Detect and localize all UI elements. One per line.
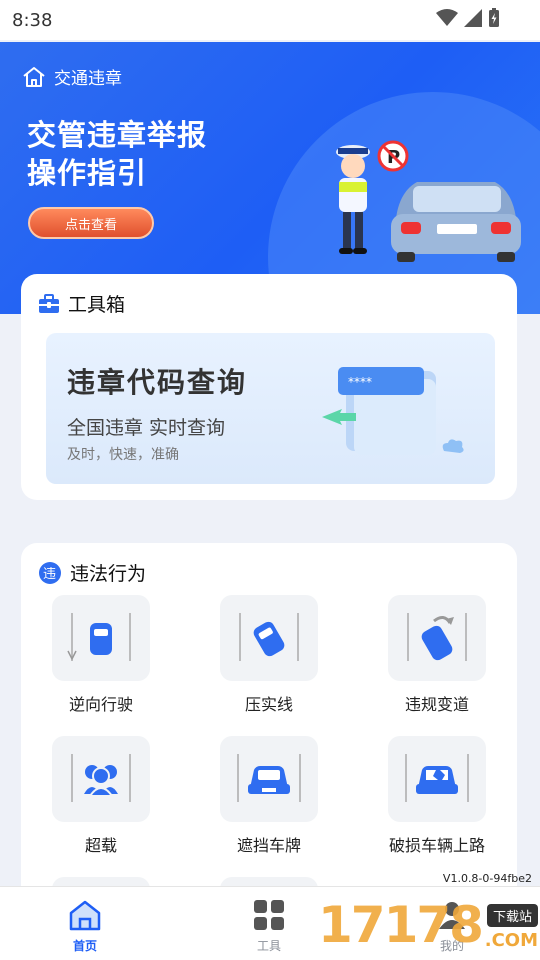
violation-badge-icon: 违 <box>39 561 61 584</box>
violation-label: 压实线 <box>244 695 293 714</box>
query-note: 及时，快速，准确 <box>67 447 179 463</box>
violation-code-query-banner[interactable]: 违章代码查询 全国违章 实时查询 及时，快速，准确 **** <box>46 333 495 484</box>
query-subtitle: 全国违章 实时查询 <box>67 417 226 439</box>
hero-title-line2: 操作指引 <box>27 156 148 190</box>
watermark-number: 17178 <box>318 896 484 954</box>
cell-signal-icon <box>464 9 482 27</box>
document-card-illustration: **** <box>322 367 464 455</box>
hero-home-label: 交通违章 <box>54 69 122 89</box>
watermark-suffix: .COM <box>484 930 538 951</box>
car-crossing-line-icon <box>220 595 318 681</box>
violation-item-wrong-way[interactable]: 逆向行驶 <box>31 595 171 715</box>
card-number-text: **** <box>348 375 372 389</box>
grid-tab-icon <box>254 900 284 930</box>
overload-people-icon <box>52 736 150 822</box>
wifi-icon <box>436 9 458 26</box>
plate-covered-icon <box>220 736 318 822</box>
car-wrong-way-icon <box>52 595 150 681</box>
status-icons <box>436 8 500 28</box>
battery-icon <box>489 8 499 27</box>
damaged-car-icon <box>388 736 486 822</box>
home-tab-icon <box>69 900 101 931</box>
car-lane-change-icon <box>388 595 486 681</box>
toolbox-icon <box>39 293 59 313</box>
query-title: 违章代码查询 <box>67 366 248 399</box>
violations-card: 违 违法行为 逆向行驶 压实线 违规变道 超载 遮挡车牌 破损车辆上路 <box>21 543 517 960</box>
toolbox-card: 工具箱 违章代码查询 全国违章 实时查询 及时，快速，准确 **** <box>21 274 517 500</box>
violation-item-overload[interactable]: 超载 <box>31 736 171 856</box>
hero-home-link[interactable]: 交通违章 <box>22 64 122 89</box>
police-car-illustration: P <box>336 140 521 262</box>
tab-tools[interactable]: 工具 <box>229 899 309 954</box>
hero-title-line1: 交管违章举报 <box>27 118 208 152</box>
hero-title: 交管违章举报 操作指引 <box>27 116 207 192</box>
status-bar: 8:38 <box>0 0 540 40</box>
violation-label: 逆向行驶 <box>68 695 133 714</box>
violation-item-plate-covered[interactable]: 遮挡车牌 <box>199 736 339 856</box>
violation-label: 破损车辆上路 <box>388 836 485 855</box>
toolbox-header: 工具箱 <box>38 290 125 317</box>
violation-label: 违规变道 <box>404 695 469 714</box>
home-icon <box>23 66 45 87</box>
toolbox-title: 工具箱 <box>68 294 126 316</box>
tab-tools-label: 工具 <box>256 939 281 953</box>
site-watermark: 17178 下载站 .COM <box>318 896 540 958</box>
watermark-badge: 下载站 <box>486 904 538 927</box>
violation-item-damaged-car[interactable]: 破损车辆上路 <box>367 736 507 856</box>
hero-view-button[interactable]: 点击查看 <box>28 207 154 239</box>
violation-item-crossing-line[interactable]: 压实线 <box>199 595 339 715</box>
tab-home[interactable]: 首页 <box>45 899 125 954</box>
violations-header: 违 违法行为 <box>38 559 146 586</box>
violations-title: 违法行为 <box>70 563 147 585</box>
violation-item-lane-change[interactable]: 违规变道 <box>367 595 507 715</box>
violation-label: 超载 <box>84 836 117 855</box>
tab-home-label: 首页 <box>72 939 97 953</box>
status-time: 8:38 <box>12 9 53 31</box>
violation-label: 遮挡车牌 <box>236 836 301 855</box>
version-label: V1.0.8-0-94fbe2 <box>442 872 532 885</box>
violation-badge-char: 违 <box>43 567 56 582</box>
